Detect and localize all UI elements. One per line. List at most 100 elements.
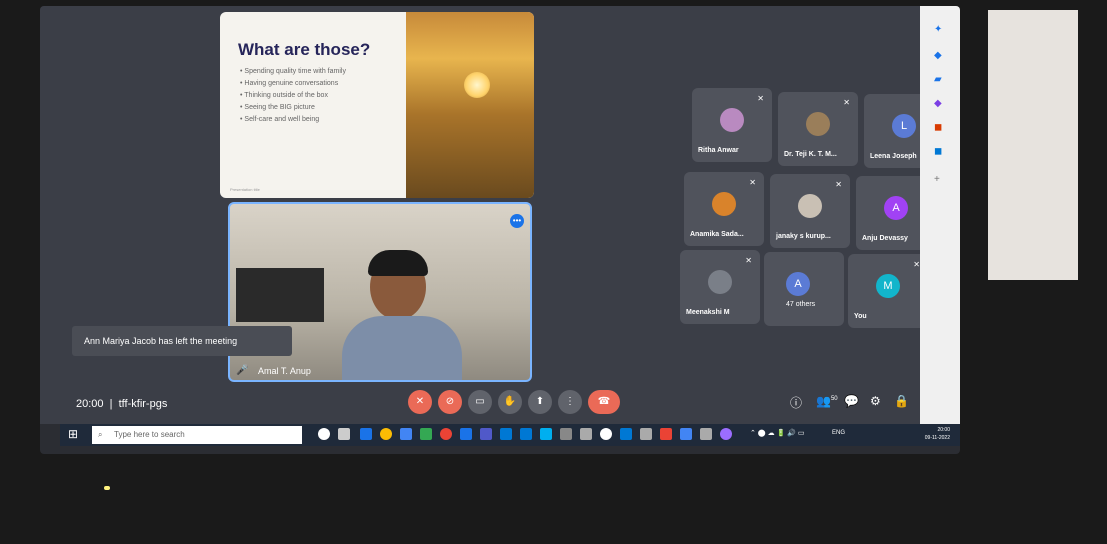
- participant-tile[interactable]: ✕ janaky s kurup...: [770, 174, 850, 248]
- app-icon[interactable]: [720, 428, 732, 440]
- meeting-time: 20:00: [76, 398, 104, 410]
- system-tray-icons[interactable]: ⌃ ⬤ ☁ 🔋 🔊 ▭: [750, 429, 804, 437]
- participant-name: You: [854, 313, 867, 320]
- mic-toggle-button[interactable]: ✕: [408, 390, 432, 414]
- power-led: [104, 486, 110, 490]
- slide-bullets: Spending quality time with family Having…: [238, 68, 406, 123]
- activities-icon[interactable]: ⚙: [870, 394, 881, 408]
- meeting-info: 20:00 | tff-kfir-pgs: [76, 398, 168, 410]
- app-icon[interactable]: [620, 428, 632, 440]
- avatar: [798, 194, 822, 218]
- self-tile[interactable]: ✕ M You: [848, 254, 928, 328]
- meet-window: What are those? Spending quality time wi…: [40, 6, 944, 424]
- app-icon[interactable]: [440, 428, 452, 440]
- participant-tile[interactable]: ✕ Anamika Sada...: [684, 172, 764, 246]
- taskbar-clock[interactable]: 20:00 09-11-2022: [925, 426, 950, 442]
- clock-date: 09-11-2022: [924, 435, 950, 441]
- more-options-button[interactable]: ⋮: [558, 390, 582, 414]
- participant-name: Anamika Sada...: [690, 231, 744, 238]
- participant-name: Dr. Teji K. T. M...: [784, 151, 837, 158]
- speaking-indicator-icon: •••: [510, 214, 524, 228]
- app-icon[interactable]: [560, 428, 572, 440]
- monitor-screen: What are those? Spending quality time wi…: [40, 6, 960, 454]
- meeting-bottom-bar: 20:00 | tff-kfir-pgs ✕ ⊘ ▭ ✋ ⬆ ⋮ ☎ ⓘ 👥50…: [40, 386, 920, 424]
- cortana-icon[interactable]: [318, 428, 330, 440]
- speaker-person: [342, 250, 462, 380]
- sun-image: [464, 72, 490, 98]
- raise-hand-button[interactable]: ✋: [498, 390, 522, 414]
- avatar: [712, 192, 736, 216]
- slide-bullet: Seeing the BIG picture: [240, 104, 406, 111]
- mic-off-icon: ✕: [843, 98, 850, 107]
- participant-name: Leena Joseph: [870, 153, 917, 160]
- slide-bullet: Spending quality time with family: [240, 68, 406, 75]
- captions-button[interactable]: ▭: [468, 390, 492, 414]
- slide-footer: Presentation title: [230, 187, 260, 192]
- mic-off-icon: ✕: [745, 256, 752, 265]
- briefcase-icon[interactable]: ▰: [934, 74, 942, 85]
- participant-tile[interactable]: ✕ Dr. Teji K. T. M...: [778, 92, 858, 166]
- speaker-body: [342, 316, 462, 380]
- clock-time: 20:00: [937, 427, 950, 433]
- mail-icon[interactable]: [400, 428, 412, 440]
- people-icon[interactable]: 👥50: [816, 394, 838, 408]
- speaker-name: Amal T. Anup: [258, 366, 311, 376]
- search-icon: ⌕: [98, 430, 103, 439]
- app-icon[interactable]: [460, 428, 472, 440]
- participant-tile[interactable]: ✕ Ritha Anwar: [692, 88, 772, 162]
- left-meeting-toast: Ann Mariya Jacob has left the meeting: [72, 326, 292, 356]
- app-icon[interactable]: [640, 428, 652, 440]
- app-icon[interactable]: [700, 428, 712, 440]
- others-tile[interactable]: A 47 others: [764, 252, 844, 326]
- app-icon[interactable]: [600, 428, 612, 440]
- host-controls-icon[interactable]: 🔒: [894, 394, 909, 408]
- avatar: [720, 108, 744, 132]
- games-icon[interactable]: ◆: [934, 98, 942, 109]
- avatar: [708, 270, 732, 294]
- gmail-icon[interactable]: [660, 428, 672, 440]
- participant-name: Meenakshi M: [686, 309, 730, 316]
- slide-photo: [406, 12, 534, 198]
- people-count: 50: [830, 396, 838, 402]
- info-icon[interactable]: ⓘ: [790, 394, 802, 411]
- avatar: A: [884, 196, 908, 220]
- windows-start-icon[interactable]: ⊞: [68, 427, 78, 441]
- sparkle-icon[interactable]: ✦: [934, 24, 942, 35]
- presentation-slide: What are those? Spending quality time wi…: [220, 12, 534, 198]
- camera-toggle-button[interactable]: ⊘: [438, 390, 462, 414]
- app-icon[interactable]: [680, 428, 692, 440]
- mic-icon: 🎤: [236, 365, 249, 376]
- meeting-code: tff-kfir-pgs: [118, 398, 168, 410]
- language-indicator[interactable]: ENG: [832, 430, 845, 436]
- teams-icon[interactable]: [480, 428, 492, 440]
- participant-name: janaky s kurup...: [776, 233, 831, 240]
- app-icon[interactable]: [580, 428, 592, 440]
- slide-bullet: Having genuine conversations: [240, 80, 406, 87]
- search-placeholder: Type here to search: [114, 430, 185, 439]
- excel-icon[interactable]: [420, 428, 432, 440]
- outlook-icon[interactable]: ◼: [934, 146, 942, 157]
- avatar: M: [876, 274, 900, 298]
- chat-icon[interactable]: 💬: [844, 394, 859, 408]
- end-call-button[interactable]: ☎: [588, 390, 620, 414]
- edge-icon[interactable]: [360, 428, 372, 440]
- wall-background: [988, 10, 1078, 280]
- add-icon[interactable]: +: [934, 174, 940, 185]
- slide-title: What are those?: [238, 40, 371, 59]
- chrome-icon[interactable]: [380, 428, 392, 440]
- participant-name: Ritha Anwar: [698, 147, 739, 154]
- word-icon[interactable]: [520, 428, 532, 440]
- taskbar-search-input[interactable]: ⌕ Type here to search: [92, 426, 302, 444]
- office-icon[interactable]: ◼: [934, 122, 942, 133]
- participant-name: Anju Devassy: [862, 235, 908, 242]
- avatar: A: [786, 272, 810, 296]
- windows-taskbar: ⊞ ⌕ Type here to search ⌃ ⬤ ☁ 🔋 🔊 ▭ ENG …: [60, 424, 960, 446]
- present-button[interactable]: ⬆: [528, 390, 552, 414]
- tag-icon[interactable]: ◆: [934, 50, 942, 61]
- participant-tile[interactable]: ✕ Meenakshi M: [680, 250, 760, 324]
- browser-side-panel: ✦ ◆ ▰ ◆ ◼ ◼ +: [920, 6, 960, 424]
- skype-icon[interactable]: [540, 428, 552, 440]
- app-icon[interactable]: [500, 428, 512, 440]
- task-view-icon[interactable]: [338, 428, 350, 440]
- mic-off-icon: ✕: [757, 94, 764, 103]
